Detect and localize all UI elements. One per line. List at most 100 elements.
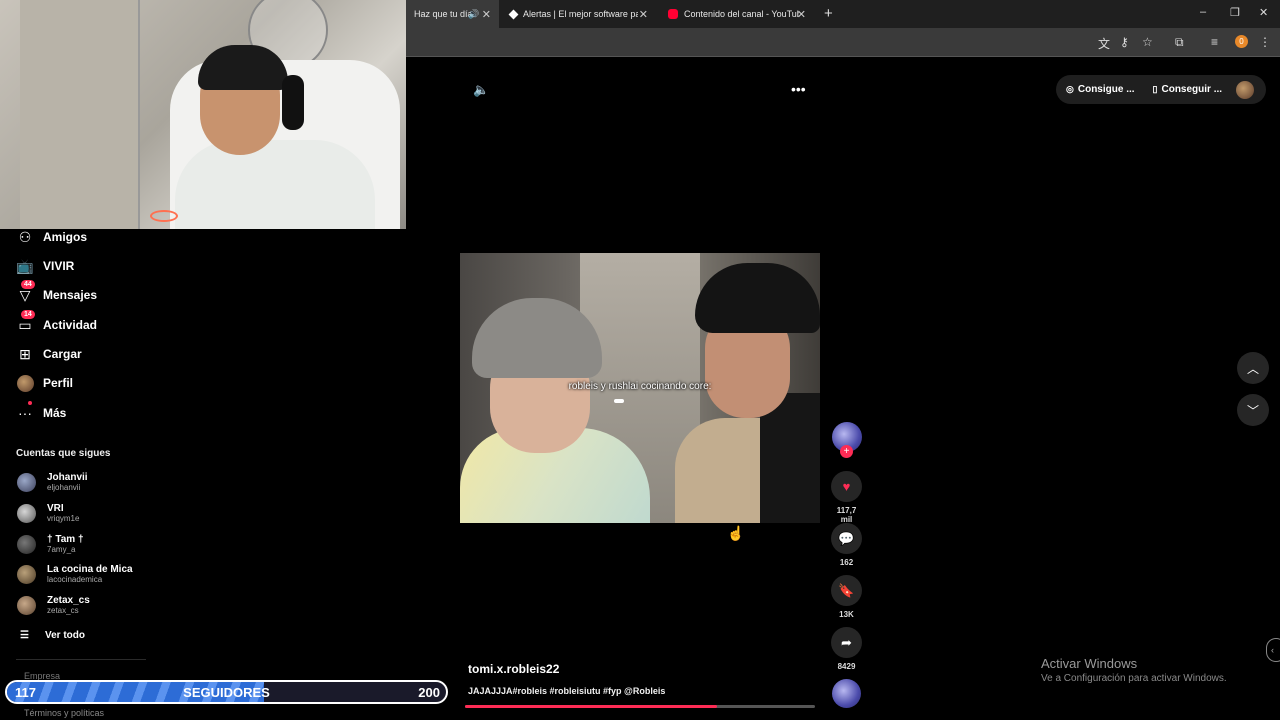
sidebar-item-mas[interactable]: ··· Más: [16, 401, 67, 424]
tab-alertas[interactable]: Alertas | El mejor software para ✕: [502, 0, 656, 28]
sidebar-divider: [16, 659, 146, 660]
extensions-icon[interactable]: ⧉: [1175, 35, 1184, 50]
comment-action[interactable]: 💬 162: [831, 523, 862, 567]
following-name: VRI: [47, 503, 64, 514]
sidebar-item-label: Más: [43, 406, 67, 420]
video-progress-fill: [465, 705, 717, 708]
more-options-icon[interactable]: •••: [791, 81, 806, 97]
media-controls-icon[interactable]: ≡: [1211, 35, 1218, 49]
follow-plus-button[interactable]: +: [840, 445, 853, 458]
video-author[interactable]: tomi.x.robleis22: [468, 662, 559, 676]
windows-activation-watermark: Activar Windows Ve a Configuración para …: [1041, 656, 1227, 684]
sidebar-item-cargar[interactable]: ⊞ Cargar: [16, 343, 82, 365]
password-key-icon[interactable]: ⚷: [1120, 35, 1129, 49]
video-caption: robleis y rushlai cocinando core:: [568, 381, 712, 392]
video-description: JAJAJJJA#robleis #robleisiutu #fyp @Robl…: [468, 686, 666, 696]
speaker-icon: 🔊: [468, 8, 480, 19]
following-item[interactable]: VRI vriqym1e: [17, 503, 79, 524]
new-tab-button[interactable]: +: [824, 5, 833, 22]
save-count: 13K: [839, 610, 854, 619]
close-tab-icon[interactable]: ✕: [639, 8, 648, 21]
volume-icon[interactable]: 🔈: [473, 82, 489, 98]
avatar: [17, 535, 36, 554]
tab-tiktok[interactable]: Haz que tu día 🔊 ✕: [406, 0, 499, 28]
following-username: zetax_cs: [47, 606, 79, 615]
friends-icon: ⚇: [18, 228, 32, 245]
like-action[interactable]: ♥ 117,7 mil: [831, 471, 862, 524]
get-app-label: Conseguir ...: [1161, 84, 1223, 95]
video-player[interactable]: robleis y rushlai cocinando core:: [460, 253, 820, 523]
translate-icon[interactable]: 文: [1098, 35, 1110, 52]
tab-title: Alertas | El mejor software para: [523, 9, 638, 19]
chevron-down-icon: ﹀: [1246, 403, 1259, 418]
webcam-light: [150, 210, 178, 222]
get-coins-button[interactable]: ◎ Consigue ...: [1066, 84, 1135, 95]
music-disc-avatar[interactable]: [832, 679, 861, 708]
profile-avatar: [16, 374, 34, 392]
following-name: Zetax_cs: [47, 595, 90, 606]
save-action[interactable]: 🔖 13K: [831, 575, 862, 619]
comment-icon[interactable]: 💬: [831, 523, 862, 554]
following-username: 7amy_a: [47, 545, 76, 554]
bookmark-icon[interactable]: 🔖: [831, 575, 862, 606]
hand-cursor-icon: ☝: [727, 525, 745, 541]
profile-avatar[interactable]: 0: [1235, 35, 1248, 48]
following-name: † Tam †: [47, 534, 84, 545]
sidebar-item-actividad[interactable]: ▭ 14 Actividad: [16, 310, 98, 336]
coin-icon: ◎: [1066, 84, 1074, 94]
sidebar-item-label: VIVIR: [43, 259, 75, 273]
screen: Haz que tu día 🔊 ✕ Alertas | El mejor so…: [0, 0, 1280, 720]
get-app-button[interactable]: ▯ Conseguir ...: [1153, 84, 1223, 95]
following-item[interactable]: La cocina de Mica lacocinademica: [17, 564, 133, 585]
minimize-button[interactable]: –: [1200, 6, 1206, 18]
following-item[interactable]: Johanvii eljohanvii: [17, 472, 88, 493]
following-item[interactable]: † Tam † 7amy_a: [17, 534, 84, 555]
share-count: 8429: [837, 662, 856, 671]
browser-tab-bar: Haz que tu día 🔊 ✕ Alertas | El mejor so…: [406, 0, 1280, 28]
video-progress-bar[interactable]: [465, 705, 815, 708]
next-video-button[interactable]: ﹀: [1237, 394, 1269, 426]
messages-badge: 44: [21, 280, 35, 289]
share-icon[interactable]: ➦: [831, 627, 862, 658]
sidebar-item-label: Amigos: [43, 230, 88, 244]
sidebar-item-vivir[interactable]: 📺 VIVIR: [16, 255, 74, 277]
sidebar-item-label: Actividad: [43, 318, 98, 332]
site-logo-icon: [508, 9, 519, 19]
list-icon: ☰: [20, 630, 29, 641]
sidebar-item-amigos[interactable]: ⚇ Amigos: [16, 226, 87, 248]
previous-video-button[interactable]: ︿: [1237, 352, 1269, 384]
sidebar-item-perfil[interactable]: Perfil: [16, 372, 73, 394]
sidebar-item-label: Mensajes: [43, 288, 98, 302]
watermark-subtitle: Ve a Configuración para activar Windows.: [1041, 673, 1227, 684]
user-avatar[interactable]: [1236, 81, 1254, 99]
chevron-left-icon: ‹: [1271, 645, 1274, 655]
live-icon: 📺: [16, 257, 34, 274]
share-action[interactable]: ➦ 8429: [831, 627, 862, 671]
maximize-button[interactable]: ❐: [1230, 6, 1240, 19]
menu-kebab-icon[interactable]: ⋮: [1259, 35, 1271, 49]
close-tab-icon[interactable]: ✕: [797, 8, 806, 21]
heart-icon[interactable]: ♥: [831, 471, 862, 502]
following-section-title: Cuentas que sigues: [16, 448, 111, 459]
activity-badge: 14: [21, 310, 35, 319]
bookmark-star-icon[interactable]: ☆: [1142, 35, 1153, 49]
see-all-link[interactable]: ☰ Ver todo: [20, 630, 85, 641]
sidebar-item-label: Perfil: [43, 376, 74, 390]
messages-icon: ▽ 44: [16, 280, 35, 304]
tab-youtube[interactable]: Contenido del canal - YouTube ✕: [660, 0, 814, 28]
following-name: Johanvii: [47, 472, 88, 483]
footer-link-terms[interactable]: Términos y políticas: [24, 708, 104, 718]
avatar: [17, 473, 36, 492]
sidebar-item-mensajes[interactable]: ▽ 44 Mensajes: [16, 280, 98, 306]
following-item[interactable]: Zetax_cs zetax_cs: [17, 595, 90, 616]
notification-dot: [28, 401, 32, 405]
upload-icon: ⊞: [19, 345, 31, 362]
youtube-icon: [668, 9, 678, 19]
close-tab-icon[interactable]: ✕: [482, 8, 491, 21]
activity-icon: ▭ 14: [16, 310, 35, 334]
like-count: 117,7 mil: [836, 506, 857, 524]
close-window-button[interactable]: ✕: [1259, 6, 1268, 19]
webcam-headset: [282, 75, 304, 130]
side-panel-toggle[interactable]: ‹: [1266, 638, 1280, 662]
avatar: [17, 565, 36, 584]
